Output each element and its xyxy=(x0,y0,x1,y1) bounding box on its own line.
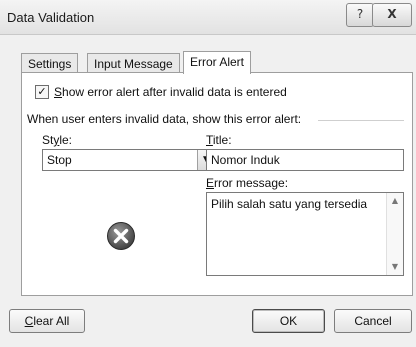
close-button[interactable]: X xyxy=(372,3,412,27)
error-message-value: Pilih salah satu yang tersedia xyxy=(211,197,368,211)
tab-input-message[interactable]: Input Message xyxy=(87,53,180,73)
scroll-up-icon[interactable]: ▲ xyxy=(387,193,403,209)
scroll-down-icon[interactable]: ▼ xyxy=(387,259,403,275)
title-bar: Data Validation ? X xyxy=(0,0,416,35)
style-select[interactable]: Stop ▼ xyxy=(42,149,216,171)
style-select-value: Stop xyxy=(47,153,72,167)
ok-button[interactable]: OK xyxy=(252,309,325,333)
stop-error-icon xyxy=(107,222,135,250)
error-alert-panel: ✓ Show error alert after invalid data is… xyxy=(21,72,413,296)
tab-error-alert[interactable]: Error Alert xyxy=(183,51,252,74)
error-message-textarea[interactable]: Pilih salah satu yang tersedia ▲ ▼ xyxy=(206,192,404,276)
title-label: Title: xyxy=(206,133,232,147)
clear-all-button[interactable]: Clear All xyxy=(9,309,85,333)
group-divider xyxy=(318,120,404,121)
title-input[interactable]: Nomor Induk xyxy=(206,149,404,171)
title-input-value: Nomor Induk xyxy=(211,153,280,167)
style-label: Style: xyxy=(42,133,73,147)
data-validation-dialog: Data Validation ? X Settings Input Messa… xyxy=(0,0,416,347)
error-message-scrollbar[interactable]: ▲ ▼ xyxy=(386,193,403,275)
error-message-label: Error message: xyxy=(206,176,289,190)
cancel-button[interactable]: Cancel xyxy=(334,309,412,333)
tab-settings[interactable]: Settings xyxy=(21,53,79,73)
dialog-title: Data Validation xyxy=(7,10,95,25)
alert-group-label: When user enters invalid data, show this… xyxy=(27,112,302,126)
show-error-alert-label[interactable]: Show error alert after invalid data is e… xyxy=(54,85,287,99)
help-button[interactable]: ? xyxy=(346,3,374,27)
show-error-alert-checkbox[interactable]: ✓ xyxy=(35,85,49,99)
